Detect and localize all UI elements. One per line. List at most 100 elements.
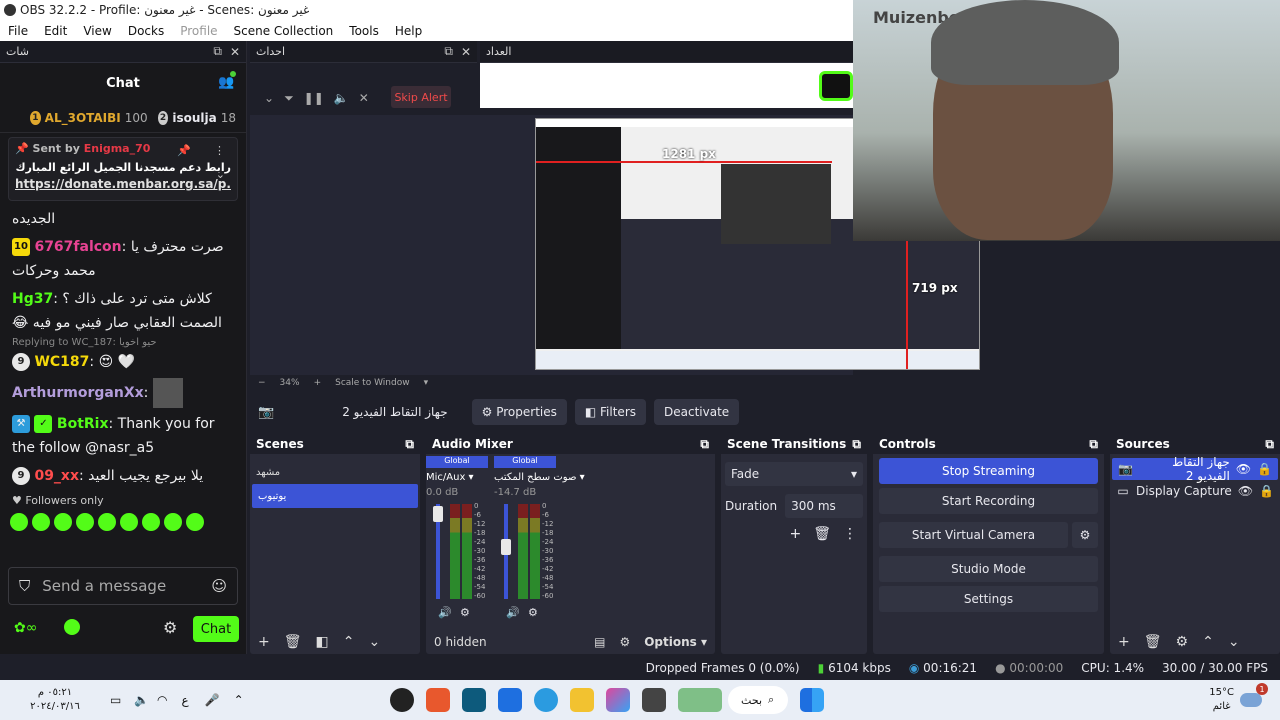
source-item-selected[interactable]: 📷 جهاز التقاط الفيديو 2 👁 🔒: [1112, 455, 1278, 483]
scene-item[interactable]: مشهد: [250, 460, 420, 484]
trash-icon[interactable]: 🗑: [1144, 634, 1162, 650]
menu-tools[interactable]: Tools: [341, 24, 387, 38]
layout-icon[interactable]: ▤: [594, 635, 605, 649]
move-down-icon[interactable]: ⌄: [1228, 634, 1240, 650]
add-icon[interactable]: +: [1118, 634, 1130, 650]
mute-alerts-icon[interactable]: ✕: [359, 91, 369, 106]
dropbox-icon[interactable]: [497, 688, 522, 712]
filters-button[interactable]: ◧ Filters: [574, 399, 647, 425]
volume-icon[interactable]: 🔊: [506, 606, 520, 619]
chevron-down-icon[interactable]: ⌄: [216, 168, 225, 181]
channel-name[interactable]: Mic/Aux ▾: [426, 472, 488, 483]
app-icon[interactable]: [461, 688, 486, 712]
move-up-icon[interactable]: ⌃: [343, 634, 355, 650]
unpin-icon[interactable]: 📌: [177, 144, 191, 157]
emote-icon[interactable]: [164, 513, 182, 531]
emote-icon[interactable]: [142, 513, 160, 531]
menu-docks[interactable]: Docks: [120, 24, 172, 38]
settings-button[interactable]: Settings: [879, 586, 1098, 612]
input-language[interactable]: ع: [181, 693, 188, 707]
chat-username[interactable]: WC187: [34, 354, 89, 370]
chat-username[interactable]: ArthurmorganXx: [12, 385, 144, 401]
lock-icon[interactable]: 🔒: [1259, 484, 1274, 498]
emote-icon[interactable]: [54, 513, 72, 531]
settings-icon[interactable]: ⚙: [460, 606, 470, 619]
chat-username[interactable]: 09_xx: [34, 468, 79, 484]
clock[interactable]: ٠٥:٢١ م ٢٠٢٤/٠٣/١٦: [0, 686, 110, 714]
add-icon[interactable]: +: [789, 526, 801, 542]
edge-icon[interactable]: [533, 688, 558, 712]
menu-scene-collection[interactable]: Scene Collection: [226, 24, 342, 38]
filter-icon[interactable]: ⏷: [284, 91, 294, 106]
microphone-icon[interactable]: 🎤: [205, 693, 220, 707]
menu-edit[interactable]: Edit: [36, 24, 75, 38]
add-icon[interactable]: +: [258, 634, 270, 650]
trash-icon[interactable]: 🗑: [284, 634, 302, 650]
chat-username[interactable]: Hg37: [12, 291, 53, 307]
volume-icon[interactable]: 🔈: [134, 693, 149, 707]
emote-icon[interactable]: [10, 513, 28, 531]
menu-help[interactable]: Help: [387, 24, 430, 38]
scene-item-selected[interactable]: يوتيوب: [252, 484, 418, 508]
chat-username[interactable]: 6767falcon: [34, 239, 121, 255]
deactivate-button[interactable]: Deactivate: [654, 399, 740, 425]
app-icon[interactable]: [641, 688, 666, 712]
emoji-icon[interactable]: ☺: [211, 577, 227, 595]
cloud-icon[interactable]: 1: [1240, 683, 1268, 707]
emote-icon[interactable]: [120, 513, 138, 531]
leader-name[interactable]: isoulja: [172, 111, 216, 125]
kick-points-icon[interactable]: ✿∞: [14, 620, 37, 636]
transition-select[interactable]: Fade ▾: [725, 462, 863, 486]
widget-icon[interactable]: [677, 688, 722, 712]
volume-icon[interactable]: 🔈: [334, 91, 349, 106]
menu-file[interactable]: File: [0, 24, 36, 38]
chevron-up-icon[interactable]: ⌃: [234, 693, 244, 707]
users-icon[interactable]: 👥: [218, 71, 236, 90]
channel-name[interactable]: صوت سطح المكتب ▾: [494, 472, 585, 483]
more-options-icon[interactable]: ⋮: [843, 526, 857, 542]
webcam-overlay[interactable]: Muizenberg: [853, 0, 1280, 241]
eye-icon[interactable]: 👁: [1238, 484, 1253, 498]
studio-mode-button[interactable]: Studio Mode: [879, 556, 1098, 582]
emote-icon[interactable]: [32, 513, 50, 531]
emote-icon[interactable]: [98, 513, 116, 531]
copilot-icon[interactable]: [605, 688, 630, 712]
menu-view[interactable]: View: [75, 24, 119, 38]
undock-icon[interactable]: ⧉: [852, 437, 861, 452]
fader-knob[interactable]: [433, 505, 443, 522]
lock-icon[interactable]: 🔒: [1257, 462, 1272, 476]
chat-send-button[interactable]: Chat: [193, 616, 239, 642]
windows-start-icon[interactable]: [799, 688, 824, 712]
move-up-icon[interactable]: ⌃: [1202, 634, 1214, 650]
weather-widget[interactable]: 15°C غائم: [1209, 686, 1234, 714]
undock-icon[interactable]: ⧉: [405, 437, 414, 452]
gear-icon[interactable]: ⚙: [163, 618, 177, 637]
options-button[interactable]: Options ▾: [644, 635, 707, 649]
chat-username[interactable]: BotRix: [57, 416, 109, 432]
wifi-icon[interactable]: ◠: [157, 693, 167, 707]
obs-taskbar-icon[interactable]: [389, 688, 414, 712]
start-recording-button[interactable]: Start Recording: [879, 488, 1098, 514]
duration-input[interactable]: 300 ms: [785, 494, 863, 518]
chevron-down-icon[interactable]: ▾: [424, 378, 429, 388]
settings-icon[interactable]: ⚙: [528, 606, 538, 619]
leader-name[interactable]: AL_3OTAIBI: [45, 111, 121, 125]
pause-icon[interactable]: ❚❚: [304, 91, 324, 106]
undock-icon[interactable]: ⧉: [444, 44, 453, 59]
emote-icon[interactable]: [186, 513, 204, 531]
chevron-down-icon[interactable]: ⌄: [264, 91, 274, 106]
stop-streaming-button[interactable]: Stop Streaming: [879, 458, 1098, 484]
undock-icon[interactable]: ⧉: [1089, 437, 1098, 452]
start-virtual-camera-button[interactable]: Start Virtual Camera: [879, 522, 1068, 548]
source-item[interactable]: ▭ Display Capture 👁 🔒: [1110, 480, 1280, 502]
taskbar-search[interactable]: بحث ⌕: [727, 686, 788, 714]
trash-icon[interactable]: 🗑: [813, 526, 831, 542]
skip-alert-button[interactable]: Skip Alert: [391, 86, 451, 108]
eye-icon[interactable]: 👁: [1236, 462, 1251, 476]
undock-icon[interactable]: ⧉: [700, 437, 709, 452]
undock-icon[interactable]: ⧉: [1265, 437, 1274, 452]
volume-icon[interactable]: 🔊: [438, 606, 452, 619]
zoom-in-button[interactable]: +: [314, 378, 322, 388]
close-icon[interactable]: ✕: [461, 45, 471, 59]
zoom-out-button[interactable]: −: [258, 378, 266, 388]
